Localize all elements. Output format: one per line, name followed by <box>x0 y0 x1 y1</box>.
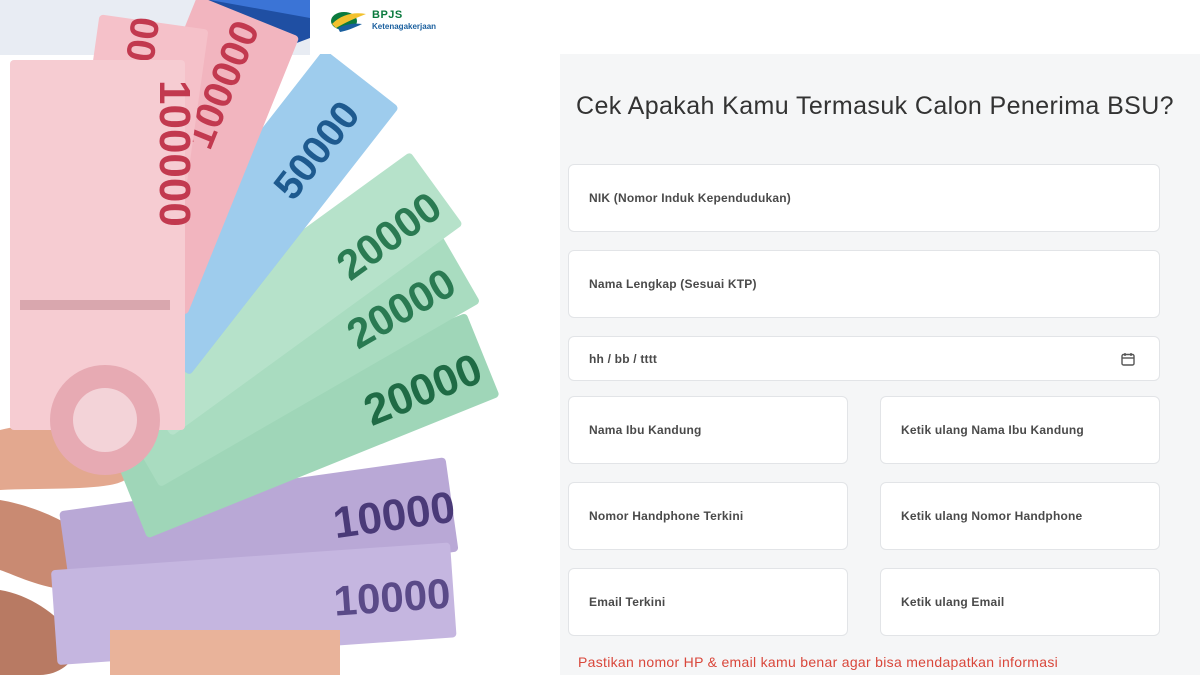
logo-subtitle: Ketenagakerjaan <box>372 21 437 31</box>
mother-name-input[interactable]: Nama Ibu Kandung <box>568 396 848 464</box>
email-confirm-input[interactable]: Ketik ulang Email <box>880 568 1160 636</box>
banknotes-photo: 10000 10000 20000 20000 20000 50000 1000… <box>0 0 560 675</box>
header-bar: BPJS Ketenagakerjaan <box>310 0 1200 54</box>
email-confirm-placeholder: Ketik ulang Email <box>901 595 1005 609</box>
logo-name: BPJS <box>372 8 403 21</box>
phone-confirm-placeholder: Ketik ulang Nomor Handphone <box>901 509 1083 523</box>
bpjs-logo[interactable]: BPJS Ketenagakerjaan <box>328 6 436 34</box>
banknote-label: 10000 <box>332 570 452 625</box>
birth-date-input[interactable]: hh / bb / tttt <box>568 336 1160 381</box>
phone-placeholder: Nomor Handphone Terkini <box>589 509 744 523</box>
full-name-input[interactable]: Nama Lengkap (Sesuai KTP) <box>568 250 1160 318</box>
email-input[interactable]: Email Terkini <box>568 568 848 636</box>
mother-name-placeholder: Nama Ibu Kandung <box>589 423 702 437</box>
warning-note: Pastikan nomor HP & email kamu benar aga… <box>578 654 1059 670</box>
full-name-placeholder: Nama Lengkap (Sesuai KTP) <box>589 277 757 291</box>
phone-input[interactable]: Nomor Handphone Terkini <box>568 482 848 550</box>
mother-name-confirm-input[interactable]: Ketik ulang Nama Ibu Kandung <box>880 396 1160 464</box>
bpjs-logo-icon <box>331 12 366 32</box>
bsu-check-form: Cek Apakah Kamu Termasuk Calon Penerima … <box>560 54 1200 675</box>
mother-name-confirm-placeholder: Ketik ulang Nama Ibu Kandung <box>901 423 1084 437</box>
birth-date-placeholder: hh / bb / tttt <box>589 351 658 366</box>
form-title: Cek Apakah Kamu Termasuk Calon Penerima … <box>576 92 1174 120</box>
phone-confirm-input[interactable]: Ketik ulang Nomor Handphone <box>880 482 1160 550</box>
email-placeholder: Email Terkini <box>589 595 666 609</box>
calendar-icon[interactable] <box>1121 352 1135 366</box>
nik-input[interactable]: NIK (Nomor Induk Kependudukan) <box>568 164 1160 232</box>
banknote-label: 100000 <box>150 80 199 227</box>
nik-placeholder: NIK (Nomor Induk Kependudukan) <box>589 191 791 205</box>
